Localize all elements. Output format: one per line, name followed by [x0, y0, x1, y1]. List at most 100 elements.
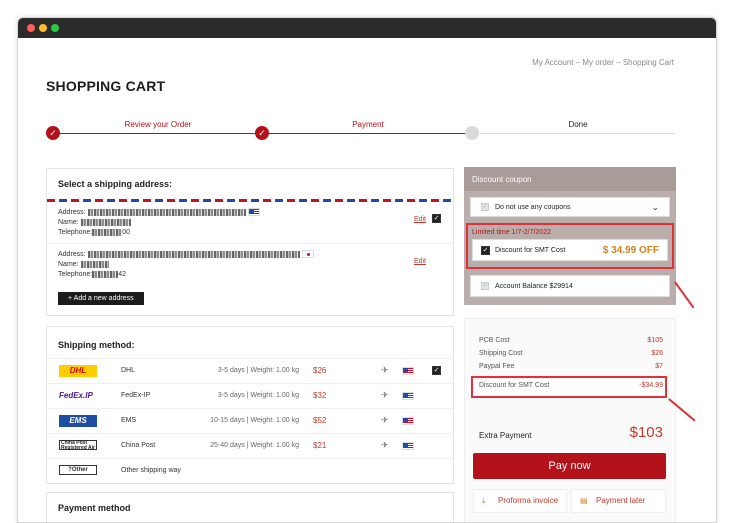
- fedex-logo: FedEx.IP: [59, 391, 93, 400]
- address-label: Address:: [58, 209, 86, 216]
- china-post-logo: China Post Registered Air: [59, 440, 97, 451]
- add-address-button[interactable]: + Add a new address: [58, 292, 144, 305]
- redacted-name: [80, 218, 131, 226]
- maximize-window-button[interactable]: [51, 24, 59, 32]
- window-titlebar: [18, 18, 716, 38]
- shipping-price: $52: [313, 416, 327, 425]
- shipping-name: EMS: [121, 417, 137, 424]
- balance-checkbox[interactable]: ✓: [481, 282, 489, 290]
- redacted-phone: [92, 228, 123, 236]
- shipping-cost-row: Shipping Cost $26: [479, 350, 663, 357]
- shipping-price: $21: [313, 441, 327, 450]
- shipping-cost-label: Shipping Cost: [479, 350, 523, 357]
- us-flag-icon: [402, 442, 414, 450]
- promo-checkbox[interactable]: ✓: [481, 246, 490, 255]
- promo-date-label: Limited time 1/7-2/7/2022: [472, 229, 551, 236]
- us-flag-icon: [402, 367, 414, 375]
- step-pending-icon: [465, 126, 479, 140]
- promo-amount: $ 34.99 OFF: [602, 245, 659, 256]
- shipping-price: $32: [313, 391, 327, 400]
- pay-now-button[interactable]: Pay now: [473, 453, 666, 479]
- check-icon: ✓: [46, 126, 60, 140]
- payment-method-heading: Payment method: [58, 503, 131, 513]
- shipping-price: $26: [313, 366, 327, 375]
- shipping-days: 25-40 days | Weight: 1.00 kg: [210, 442, 299, 449]
- address-item[interactable]: Address: Name: Telephone: 00 Edit ✓: [47, 202, 453, 244]
- shipping-days: 3-5 days | Weight: 1.00 kg: [217, 392, 299, 399]
- shipping-option-china-post[interactable]: China Post Registered Air China Post 25-…: [47, 433, 453, 458]
- promo-name: Discount for SMT Cost: [495, 247, 566, 254]
- shipping-name: China Post: [121, 442, 156, 449]
- step-line-pending: [472, 133, 675, 134]
- step-payment-label: Payment: [352, 120, 384, 129]
- shipping-name: DHL: [121, 367, 136, 374]
- download-icon: ⤓: [482, 496, 486, 505]
- paypal-fee-label: Paypal Fee: [479, 363, 515, 370]
- check-icon: ✓: [255, 126, 269, 140]
- plane-icon: ✈: [381, 390, 389, 400]
- shipping-name: FedEx-IP: [121, 392, 151, 399]
- shipping-method-card: Shipping method: DHL DHL 3-5 days | Weig…: [46, 326, 454, 484]
- us-flag-icon: [402, 392, 414, 400]
- minimize-window-button[interactable]: [39, 24, 47, 32]
- page-title: SHOPPING CART: [46, 78, 166, 94]
- paypal-fee-value: $7: [655, 363, 663, 370]
- smt-discount-value: -$34.99: [639, 382, 663, 389]
- step-line-done: [262, 133, 472, 134]
- other-shipping-logo: ?Other: [59, 465, 97, 475]
- address-item[interactable]: Address: Name: Telephone: 42 Edit: [47, 244, 453, 286]
- account-balance-option[interactable]: ✓ Account Balance $29914: [470, 275, 670, 297]
- edit-address-link[interactable]: Edit: [414, 257, 426, 267]
- step-line-done: [53, 133, 262, 134]
- shipping-name: Other shipping way: [121, 467, 181, 474]
- shipping-option-other[interactable]: ?Other Other shipping way: [47, 458, 453, 483]
- paypal-fee-row: Paypal Fee $7: [479, 363, 663, 370]
- plane-icon: ✈: [381, 440, 389, 450]
- pcb-cost-label: PCB Cost: [479, 337, 510, 344]
- redacted-name: [80, 260, 109, 268]
- shipping-heading: Shipping method:: [58, 340, 135, 350]
- pcb-cost-value: $105: [647, 337, 663, 344]
- edit-address-link[interactable]: Edit: [414, 215, 426, 225]
- address-label: Address:: [58, 251, 86, 258]
- extra-payment-label: Extra Payment: [479, 431, 532, 440]
- phone-tail: 42: [118, 271, 127, 278]
- order-summary: PCB Cost $105 Shipping Cost $26 Paypal Fee…: [464, 318, 676, 522]
- payment-later-label: Payment later: [596, 496, 646, 505]
- coupon-select[interactable]: ✓ Do not use any coupons ⌄: [470, 197, 670, 217]
- chevron-down-icon: ⌄: [651, 202, 659, 212]
- close-window-button[interactable]: [27, 24, 35, 32]
- shipping-option-ems[interactable]: EMS EMS 10-15 days | Weight: 1.00 kg $52…: [47, 408, 453, 433]
- limited-promo: Limited time 1/7-2/7/2022 ✓ Discount for…: [466, 223, 674, 269]
- shipping-days: 10-15 days | Weight: 1.00 kg: [210, 417, 299, 424]
- coupon-panel: Discount coupon ✓ Do not use any coupons…: [464, 167, 676, 305]
- plane-icon: ✈: [381, 415, 389, 425]
- shipping-option-dhl[interactable]: DHL DHL 3-5 days | Weight: 1.00 kg $26 ✈…: [47, 358, 453, 383]
- smt-discount-row: Discount for SMT Cost -$34.99: [479, 382, 663, 389]
- annotation-arrow: [674, 281, 695, 309]
- step-done-label: Done: [568, 120, 588, 129]
- name-label: Name:: [58, 219, 79, 226]
- dhl-logo: DHL: [59, 365, 97, 377]
- payment-later-button[interactable]: ▤ Payment later: [571, 489, 666, 513]
- proforma-invoice-button[interactable]: ⤓ Proforma invoice: [473, 489, 567, 513]
- telephone-label: Telephone:: [58, 271, 93, 278]
- name-label: Name:: [58, 261, 79, 268]
- redacted-address: [87, 250, 300, 258]
- shipping-cost-value: $26: [651, 350, 663, 357]
- address-checkbox[interactable]: ✓: [432, 214, 441, 223]
- ems-logo: EMS: [59, 415, 97, 427]
- shipping-option-fedex[interactable]: FedEx.IP FedEx-IP 3-5 days | Weight: 1.0…: [47, 383, 453, 408]
- smt-discount-option[interactable]: ✓ Discount for SMT Cost $ 34.99 OFF: [472, 239, 668, 261]
- browser-window: My Account – My order – Shopping Cart SH…: [17, 17, 717, 523]
- smt-discount-label: Discount for SMT Cost: [479, 382, 550, 389]
- extra-payment-value: $103: [629, 424, 663, 441]
- proforma-label: Proforma invoice: [498, 496, 559, 505]
- shipping-checkbox[interactable]: ✓: [432, 366, 441, 375]
- coupon-checkbox[interactable]: ✓: [481, 203, 489, 211]
- breadcrumb[interactable]: My Account – My order – Shopping Cart: [532, 58, 674, 67]
- address-heading: Select a shipping address:: [58, 179, 173, 189]
- shipping-address-card: Select a shipping address: Address: Name…: [46, 168, 454, 316]
- shipping-days: 3-5 days | Weight: 1.00 kg: [217, 367, 299, 374]
- redacted-address: [87, 208, 246, 216]
